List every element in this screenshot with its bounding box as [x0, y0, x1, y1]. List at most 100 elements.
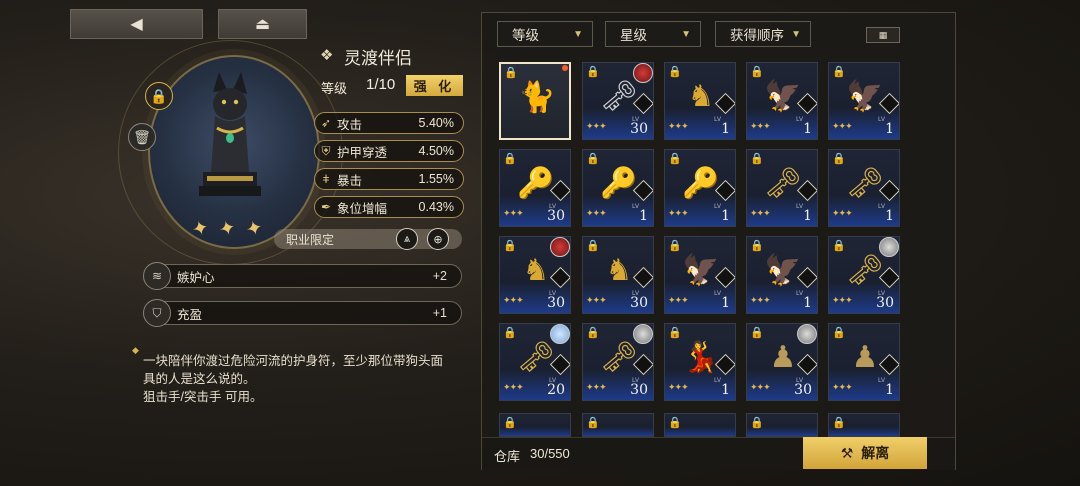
- stat-name: 攻击: [337, 117, 363, 132]
- quill-icon: ✒: [320, 200, 332, 214]
- item-description: 一块陪伴你渡过危险河流的护身符，至少那位带狗头面 具的人是这么说的。 狙击手/突…: [143, 352, 468, 406]
- inventory-slot[interactable]: 🔒 🗝 ✦✦✦ LV 30: [582, 323, 654, 401]
- order-filter-dropdown[interactable]: 获得顺序 ▼: [715, 21, 811, 47]
- inventory-slot[interactable]: 🔒 ♟ ✦✦✦ LV 1: [828, 323, 900, 401]
- lock-icon: 🔒: [586, 417, 600, 429]
- inventory-slot[interactable]: 🔒: [582, 413, 654, 437]
- trait-name: 充盈: [177, 307, 203, 322]
- inventory-slot[interactable]: 🔒 🗝 ✦✦✦ LV 20: [499, 323, 571, 401]
- trait-row[interactable]: ⛉ 充盈 +1: [143, 299, 462, 327]
- slot-level: 1: [721, 295, 730, 311]
- inventory-slot[interactable]: 🔒 ♞ ✦✦✦ LV 1: [664, 62, 736, 140]
- dropdown-label: 星级: [620, 28, 647, 43]
- lock-icon[interactable]: 🔒: [145, 82, 173, 110]
- inventory-slot[interactable]: 🔒 🗝 ✦✦✦ LV 30: [828, 236, 900, 314]
- item-title: 灵渡伴侣: [344, 49, 412, 69]
- key-gold-item-image: 🗝: [845, 166, 885, 200]
- star-rating: ✦✦✦: [750, 382, 771, 392]
- star-icon: ✦: [216, 216, 239, 242]
- slot-level: 30: [794, 382, 812, 398]
- dropdown-label: 等级: [512, 28, 539, 43]
- slot-level: 30: [547, 295, 565, 311]
- sniper-class-icon[interactable]: ⩓: [396, 228, 418, 250]
- inventory-slot[interactable]: 🔒: [664, 413, 736, 437]
- star-filter-dropdown[interactable]: 星级 ▼: [605, 21, 701, 47]
- storage-label: 仓库: [494, 449, 521, 464]
- inventory-slot[interactable]: 🔒 🗝 ✦✦✦ LV 1: [746, 149, 818, 227]
- inventory-slot[interactable]: 🔒 🔑 ✦✦✦ LV 1: [664, 149, 736, 227]
- lock-icon: 🔒: [832, 417, 846, 429]
- star-rating: ✦✦✦: [503, 295, 524, 305]
- armor-pierce-icon: ⛨: [321, 143, 331, 158]
- companion-type-icon: ❖: [320, 47, 334, 64]
- key-silver-item-image: 🗝: [599, 79, 639, 113]
- back-arrow-icon: ◀: [130, 16, 143, 33]
- inventory-slot[interactable]: 🔒: [746, 413, 818, 437]
- description-line: 狙击手/突击手 可用。: [143, 390, 263, 404]
- inventory-slot[interactable]: 🔒 🔑 ✦✦✦ LV 1: [582, 149, 654, 227]
- trait-value: +2: [432, 269, 447, 283]
- assault-class-icon[interactable]: ⊕: [427, 228, 449, 250]
- equipped-character-avatar: [633, 324, 653, 344]
- stat-position-boost: ✒ 象位增幅 0.43%: [314, 196, 464, 218]
- slot-level: 1: [885, 121, 894, 137]
- inventory-slot[interactable]: 🔒 💃 ✦✦✦ LV 1: [664, 323, 736, 401]
- gold-bust-item-image: ♞: [687, 79, 715, 113]
- description-line: 一块陪伴你渡过危险河流的护身符，至少那位带狗头面: [143, 354, 444, 368]
- dismantle-button[interactable]: ⚒ 解离: [803, 437, 927, 469]
- inventory-slot[interactable]: 🔒 🦅 ✦✦✦ LV 1: [746, 236, 818, 314]
- trait-name: 嫉妒心: [177, 270, 215, 285]
- inventory-slot[interactable]: 🔒: [828, 413, 900, 437]
- gold-bust-item-image: ♞: [522, 253, 550, 287]
- inventory-slot[interactable]: 🔒: [499, 413, 571, 437]
- chevron-down-icon: ▼: [681, 28, 691, 40]
- stat-value: 1.55%: [418, 172, 454, 186]
- stat-crit: ǂ 暴击 1.55%: [314, 168, 464, 190]
- key-gold-item-image: 🗝: [763, 166, 803, 200]
- slot-level: 20: [547, 382, 565, 398]
- trait-row[interactable]: ≋ 嫉妒心 +2: [143, 262, 462, 290]
- level-tag: LV: [796, 291, 803, 297]
- shield-icon: ⛉: [143, 299, 171, 327]
- level-filter-dropdown[interactable]: 等级 ▼: [497, 21, 593, 47]
- inventory-slot[interactable]: 🔒 ♞ ✦✦✦ LV 30: [582, 236, 654, 314]
- stat-value: 4.50%: [418, 144, 454, 158]
- star-rating: ✦✦✦: [668, 208, 689, 218]
- inventory-slot[interactable]: 🔒 🦅 ✦✦✦ LV 1: [746, 62, 818, 140]
- lock-icon: 🔒: [668, 417, 682, 429]
- home-button[interactable]: ⏏: [218, 9, 307, 39]
- slot-level: 30: [630, 295, 648, 311]
- star-rating: ✦✦✦: [832, 382, 853, 392]
- star-rating: ✦✦✦: [750, 295, 771, 305]
- slot-level: 1: [721, 121, 730, 137]
- diamond-icon: ◆: [132, 345, 139, 355]
- star-rating: ✦✦✦: [586, 382, 607, 392]
- level-tag: LV: [796, 204, 803, 210]
- equipped-character-avatar: [879, 237, 899, 257]
- enhance-button[interactable]: 强 化: [406, 75, 463, 96]
- inventory-slot[interactable]: 🔒 🦅 ✦✦✦ LV 1: [828, 62, 900, 140]
- star-rating: ✦✦✦: [832, 295, 853, 305]
- inventory-slot[interactable]: 🔒 🔑 ✦✦✦ LV 30: [499, 149, 571, 227]
- trash-icon[interactable]: 🗑: [128, 123, 156, 151]
- level-tag: LV: [878, 204, 885, 210]
- soldier-item-image: ♟: [851, 340, 879, 374]
- level-tag: LV: [878, 378, 885, 384]
- grid-view-toggle[interactable]: ▦: [866, 27, 900, 43]
- keys-item-image: 🔑: [600, 166, 638, 200]
- back-button[interactable]: ◀: [70, 9, 203, 39]
- slot-level: 30: [547, 208, 565, 224]
- stat-value: 5.40%: [418, 116, 454, 130]
- trait-value: +1: [432, 306, 447, 320]
- inventory-slot[interactable]: 🔒 ♟ ✦✦✦ LV 30: [746, 323, 818, 401]
- chevron-down-icon: ▼: [573, 28, 583, 40]
- inventory-slot[interactable]: 🔒 🦅 ✦✦✦ LV 1: [664, 236, 736, 314]
- inventory-slot[interactable]: 🔒 🗝 ✦✦✦ LV 1: [828, 149, 900, 227]
- inventory-slot[interactable]: 🔒 ♞ ✦✦✦ LV 30: [499, 236, 571, 314]
- star-rating: ✦✦✦: [750, 121, 771, 131]
- storage-count: 30/550: [530, 446, 570, 461]
- lock-icon: 🔒: [750, 417, 764, 429]
- cat-item-image: 🐈: [518, 80, 556, 114]
- inventory-slot[interactable]: 🔒 🐈: [499, 62, 571, 140]
- inventory-slot[interactable]: 🔒 🗝 ✦✦✦ LV 30: [582, 62, 654, 140]
